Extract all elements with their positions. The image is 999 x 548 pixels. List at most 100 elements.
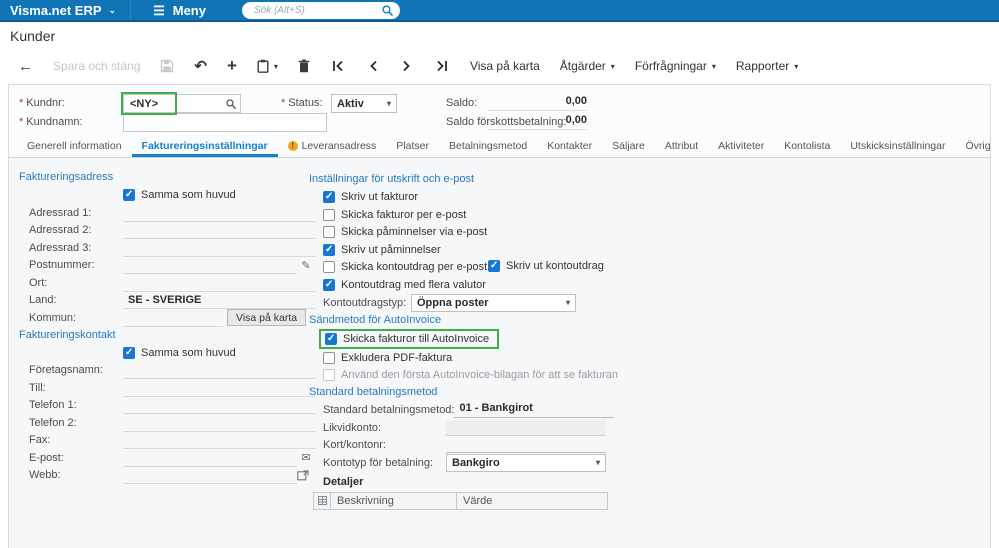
show-on-map-inline-button[interactable]: Visa på karta xyxy=(227,309,307,327)
telefon2-input[interactable] xyxy=(123,417,315,432)
tab-leveransadress[interactable]: ! Leveransadress xyxy=(278,140,387,157)
kontoutdrag-flera-valutor-row[interactable]: Kontoutdrag med flera valutor xyxy=(309,276,621,294)
tab-faktureringsinstallningar[interactable]: Faktureringsinställningar xyxy=(131,140,278,157)
postnummer-input[interactable] xyxy=(123,259,297,274)
caret-down-icon: ▾ xyxy=(273,61,278,71)
adressrad1-input[interactable] xyxy=(123,207,315,222)
previous-record-button[interactable] xyxy=(356,53,390,79)
likvidkonto-input[interactable] xyxy=(446,419,606,436)
copy-paste-button[interactable]: ▾ xyxy=(247,53,288,79)
webb-input[interactable] xyxy=(123,469,297,484)
first-record-button[interactable] xyxy=(320,53,356,79)
skicka-paminnelser-epost-checkbox[interactable] xyxy=(323,226,335,239)
search-input[interactable] xyxy=(251,3,376,17)
skriv-ut-fakturor-row[interactable]: Skriv ut fakturor xyxy=(309,189,621,207)
skicka-paminnelser-epost-row[interactable]: Skicka påminnelser via e-post xyxy=(309,224,621,242)
land-input[interactable]: SE - SVERIGE xyxy=(123,294,315,309)
table-settings-icon[interactable] xyxy=(314,492,331,509)
next-record-icon xyxy=(402,60,412,72)
save-and-close-button[interactable]: Spara och stäng xyxy=(43,53,150,79)
kontoutdragstyp-select[interactable]: Öppna poster ▾ xyxy=(411,293,576,312)
tab-kontakter[interactable]: Kontakter xyxy=(537,140,602,157)
contact-same-as-main-checkbox[interactable] xyxy=(123,346,135,359)
skriv-ut-kontoutdrag-checkbox[interactable] xyxy=(488,259,500,272)
undo-button[interactable]: ↶ xyxy=(184,53,217,79)
column-header-beskrivning[interactable]: Beskrivning xyxy=(331,492,457,509)
skriv-ut-paminnelser-checkbox[interactable] xyxy=(323,243,335,256)
back-button[interactable]: ← xyxy=(8,53,43,79)
adressrad2-input[interactable] xyxy=(123,224,315,239)
anvand-bilagan-row: Använd den första AutoInvoice-bilagan fö… xyxy=(309,367,621,385)
search-icon[interactable] xyxy=(382,4,393,16)
same-as-main-row[interactable]: Samma som huvud xyxy=(19,187,315,205)
kontotyp-select[interactable]: Bankgiro ▾ xyxy=(446,453,606,472)
clipboard-icon xyxy=(257,59,269,73)
saldo-value: 0,00 xyxy=(487,95,587,111)
save-disk-icon xyxy=(160,59,174,73)
skriv-ut-paminnelser-row[interactable]: Skriv ut påminnelser xyxy=(309,241,621,259)
skriv-ut-paminnelser-label: Skriv ut påminnelser xyxy=(341,243,441,256)
adressrad2-row: Adressrad 2: xyxy=(19,222,315,239)
kort-kontonr-input[interactable] xyxy=(446,437,606,454)
skicka-fakturor-epost-checkbox[interactable] xyxy=(323,208,335,221)
page-title: Kunder xyxy=(10,28,56,44)
tab-betalningsmetod[interactable]: Betalningsmetod xyxy=(439,140,537,157)
fax-input[interactable] xyxy=(123,434,315,449)
delete-button[interactable] xyxy=(288,53,320,79)
last-record-button[interactable] xyxy=(424,53,460,79)
kundnr-label: * Kundnr: xyxy=(19,97,65,109)
exkludera-pdf-checkbox[interactable] xyxy=(323,351,335,364)
skicka-till-autoinvoice-checkbox[interactable] xyxy=(325,333,337,345)
kontotyp-row: Kontotyp för betalning: Bankgiro ▾ xyxy=(309,453,621,472)
kundnamn-field[interactable] xyxy=(123,113,327,132)
tab-aktiviteter[interactable]: Aktiviteter xyxy=(708,140,774,157)
tab-attribut[interactable]: Attribut xyxy=(655,140,708,157)
adressrad3-input[interactable] xyxy=(123,242,315,257)
tab-kontolista[interactable]: Kontolista xyxy=(774,140,840,157)
epost-row: E-post: ✉ xyxy=(19,449,315,467)
telefon1-input[interactable] xyxy=(123,399,315,414)
kundnr-field[interactable] xyxy=(123,94,241,113)
billing-address-column: Faktureringsadress Samma som huvud Adres… xyxy=(19,169,315,484)
tab-saljare[interactable]: Säljare xyxy=(602,140,655,157)
status-select[interactable]: Aktiv ▾ xyxy=(331,94,397,113)
telefon2-row: Telefon 2: xyxy=(19,414,315,432)
ort-input[interactable] xyxy=(123,277,315,292)
form-header: *Kundnr: *Status: Aktiv ▾ Saldo: 0,00 *K… xyxy=(9,85,990,137)
menu-button[interactable]: ☰ Meny xyxy=(130,0,228,20)
lookup-magnifier-icon[interactable] xyxy=(226,98,236,109)
next-record-button[interactable] xyxy=(390,53,424,79)
adressrad3-label: Adressrad 3: xyxy=(29,241,92,254)
actions-menu-button[interactable]: Åtgärder ▾ xyxy=(550,53,625,79)
contact-same-as-main-row[interactable]: Samma som huvud xyxy=(19,344,315,362)
epost-input[interactable] xyxy=(123,452,297,467)
autoinvoice-highlight-box[interactable]: Skicka fakturor till AutoInvoice xyxy=(319,329,500,349)
tab-generell-information[interactable]: Generell information xyxy=(17,140,132,157)
show-on-map-button[interactable]: Visa på karta xyxy=(460,53,550,79)
same-as-main-checkbox[interactable] xyxy=(123,189,135,202)
foretagsnamn-input[interactable] xyxy=(123,364,315,379)
tab-utskicksinstallningar[interactable]: Utskicksinställningar xyxy=(840,140,955,157)
tab-platser[interactable]: Platser xyxy=(386,140,439,157)
exkludera-pdf-row[interactable]: Exkludera PDF-faktura xyxy=(309,349,621,367)
global-search[interactable] xyxy=(241,1,400,19)
save-button[interactable] xyxy=(150,53,184,79)
hamburger-icon: ☰ xyxy=(153,2,165,18)
add-new-button[interactable]: + xyxy=(217,53,247,79)
saldo-label: Saldo: xyxy=(446,97,478,109)
till-input[interactable] xyxy=(123,382,315,397)
app-switcher[interactable]: Visma.net ERP ⌄ xyxy=(0,3,130,18)
inquiries-menu-button[interactable]: Förfrågningar ▾ xyxy=(625,53,726,79)
skriv-ut-fakturor-checkbox[interactable] xyxy=(323,191,335,204)
kommun-input[interactable] xyxy=(123,312,223,327)
kontoutdrag-flera-valutor-checkbox[interactable] xyxy=(323,278,335,291)
column-header-varde[interactable]: Värde xyxy=(457,493,607,509)
skriv-ut-kontoutdrag-row[interactable]: Skriv ut kontoutdrag xyxy=(488,257,604,275)
tab-ovriga-fakturainstallningar[interactable]: Övriga fakturainställningar xyxy=(955,140,990,157)
standard-betalningsmetod-input[interactable]: 01 - Bankgirot xyxy=(454,402,615,419)
skicka-kontoutdrag-epost-checkbox[interactable] xyxy=(323,261,335,274)
kundnr-input[interactable] xyxy=(128,96,226,111)
reports-menu-button[interactable]: Rapporter ▾ xyxy=(726,53,808,79)
kundnamn-input[interactable] xyxy=(128,115,322,130)
skicka-fakturor-epost-row[interactable]: Skicka fakturor per e-post xyxy=(309,206,621,224)
